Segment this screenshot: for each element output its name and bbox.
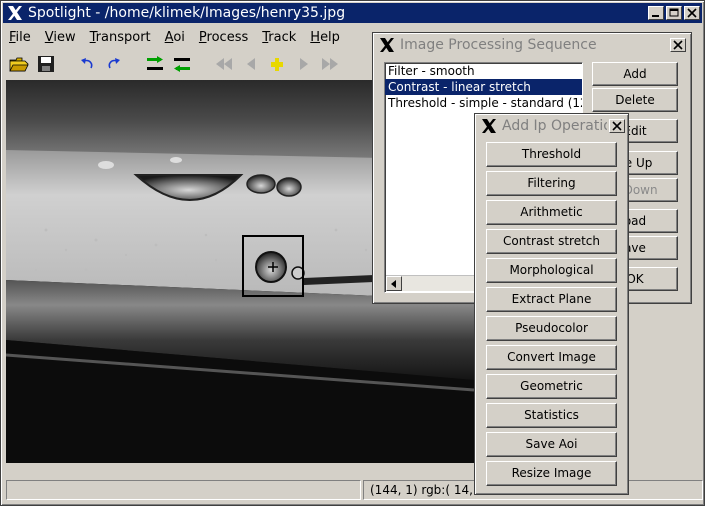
x-logo-icon [8,6,22,20]
scroll-left-icon[interactable] [390,279,398,288]
step-forward-icon[interactable] [293,55,315,73]
menu-process[interactable]: Process [193,30,256,45]
open-folder-icon[interactable] [8,55,30,73]
menu-file[interactable]: File [3,30,39,45]
minimize-button[interactable] [648,6,664,20]
green-left-arrow-icon[interactable] [171,55,193,73]
add-ip-title: Add Ip Operatio [502,118,607,134]
ip-sequence-close-button[interactable] [670,38,686,52]
op-extract-plane-button[interactable]: Extract Plane [486,287,617,312]
op-statistics-button[interactable]: Statistics [486,403,617,428]
op-convert-image-button[interactable]: Convert Image [486,345,617,370]
pause-icon[interactable] [266,55,288,73]
close-icon [687,8,697,18]
menu-aoi[interactable]: Aoi [159,30,193,45]
step-backward-icon[interactable] [240,55,262,73]
close-button[interactable] [684,6,700,20]
x-logo-icon [482,119,496,133]
maximize-icon [669,8,679,17]
main-window-title: Spotlight - /home/klimek/Images/henry35.… [28,5,346,21]
close-icon [673,40,683,50]
add-ip-operation-dialog: Add Ip Operatio Threshold Filtering Arit… [474,113,629,495]
list-item[interactable]: Threshold - simple - standard (128 [385,95,582,111]
delete-button[interactable]: Delete [592,88,678,112]
save-disk-icon[interactable] [35,55,57,73]
op-filtering-button[interactable]: Filtering [486,171,617,196]
op-threshold-button[interactable]: Threshold [486,142,617,167]
redo-icon[interactable] [103,55,125,73]
add-ip-close-button[interactable] [609,119,625,133]
op-arithmetic-button[interactable]: Arithmetic [486,200,617,225]
skip-forward-icon[interactable] [319,55,341,73]
menu-track[interactable]: Track [256,30,304,45]
x-logo-icon [380,38,394,52]
op-pseudocolor-button[interactable]: Pseudocolor [486,316,617,341]
list-item[interactable]: Filter - smooth [385,63,582,79]
add-ip-titlebar[interactable]: Add Ip Operatio [477,116,626,136]
op-geometric-button[interactable]: Geometric [486,374,617,399]
op-contrast-stretch-button[interactable]: Contrast stretch [486,229,617,254]
maximize-button[interactable] [666,6,682,20]
op-morphological-button[interactable]: Morphological [486,258,617,283]
main-titlebar[interactable]: Spotlight - /home/klimek/Images/henry35.… [3,3,702,23]
op-resize-image-button[interactable]: Resize Image [486,461,617,486]
op-save-aoi-button[interactable]: Save Aoi [486,432,617,457]
status-message [6,480,361,500]
minimize-icon [652,15,659,17]
menu-view[interactable]: View [39,30,84,45]
ip-sequence-title: Image Processing Sequence [400,37,597,53]
menu-help[interactable]: Help [304,30,348,45]
add-button[interactable]: Add [592,62,678,86]
green-right-arrow-icon[interactable] [144,55,166,73]
list-item-selected[interactable]: Contrast - linear stretch [385,79,582,95]
close-icon [612,121,622,131]
undo-icon[interactable] [76,55,98,73]
menu-transport[interactable]: Transport [84,30,159,45]
ip-sequence-titlebar[interactable]: Image Processing Sequence [375,35,689,55]
skip-backward-icon[interactable] [213,55,235,73]
